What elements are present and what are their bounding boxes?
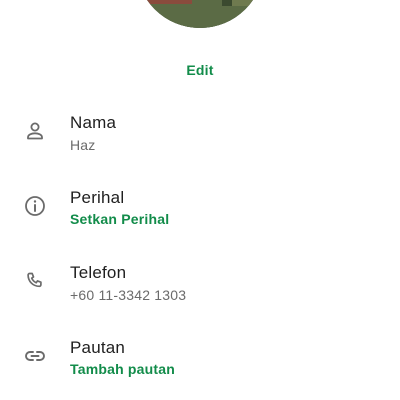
phone-value: +60 11-3342 1303: [70, 287, 187, 303]
profile-photo-image: [136, 0, 264, 28]
about-label: Perihal: [70, 188, 125, 207]
person-icon: [27, 122, 43, 140]
phone-row[interactable]: Telefon +60 11-3342 1303: [0, 258, 400, 318]
info-icon: [25, 196, 45, 216]
links-row[interactable]: Pautan Tambah pautan: [0, 333, 400, 393]
edit-photo-link[interactable]: Edit: [0, 62, 400, 78]
name-row[interactable]: Nama Haz: [0, 108, 400, 168]
about-row[interactable]: Perihal Setkan Perihal: [0, 183, 400, 243]
profile-photo[interactable]: [136, 0, 264, 28]
link-icon: [25, 351, 45, 361]
phone-icon: [27, 272, 42, 288]
name-value: Haz: [70, 137, 96, 153]
about-value[interactable]: Setkan Perihal: [70, 211, 169, 227]
phone-label: Telefon: [70, 263, 127, 282]
links-value[interactable]: Tambah pautan: [70, 361, 175, 377]
links-label: Pautan: [70, 338, 126, 357]
name-label: Nama: [70, 113, 117, 132]
